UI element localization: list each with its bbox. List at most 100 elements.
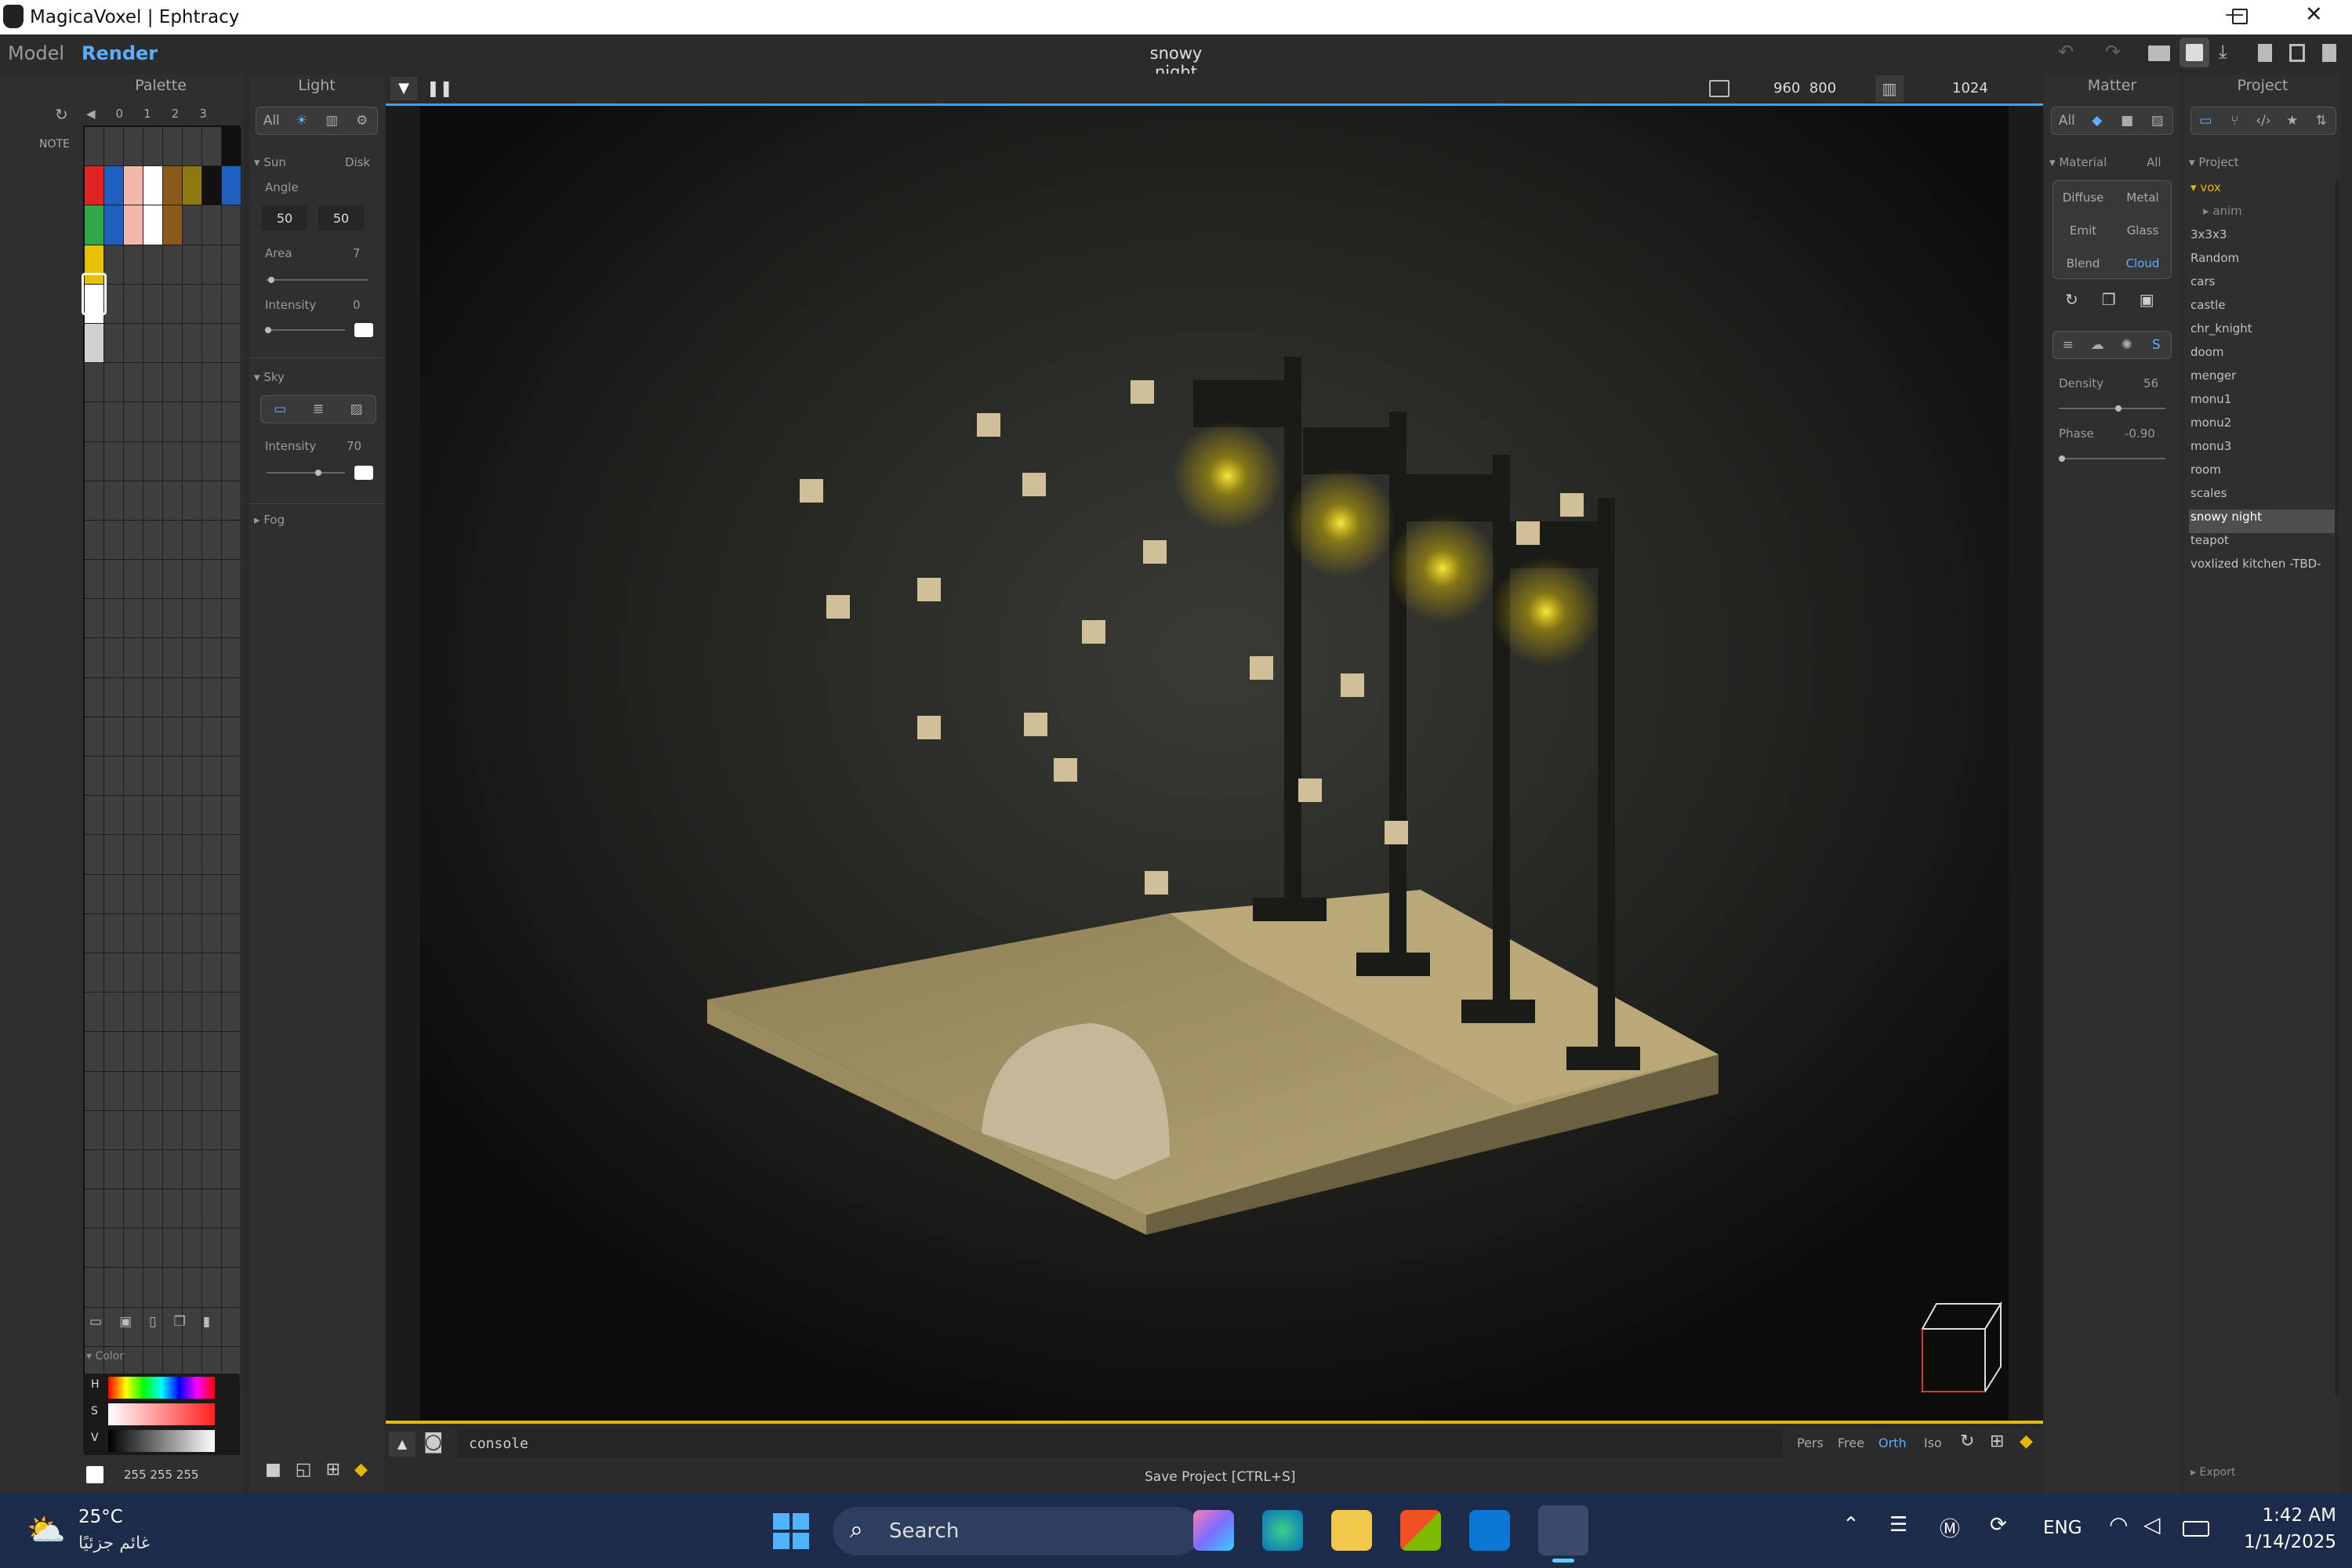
console-toggle-icon[interactable]: ▲ — [389, 1432, 416, 1457]
palette-cell[interactable] — [202, 481, 222, 521]
palette-cell[interactable] — [202, 402, 222, 442]
search-box[interactable]: ⌕ Search — [833, 1507, 1201, 1555]
palette-cell[interactable] — [143, 1149, 163, 1190]
layout-icon[interactable]: ⊞ — [1990, 1432, 2004, 1451]
palette-cell[interactable] — [163, 205, 183, 245]
palette-cell[interactable] — [85, 874, 104, 914]
palette-cell[interactable] — [143, 1189, 163, 1229]
palette-cell[interactable] — [85, 166, 104, 206]
palette-cell[interactable] — [143, 796, 163, 836]
fog-section-label[interactable]: ▸ Fog — [254, 513, 285, 527]
palette-cell[interactable] — [183, 717, 202, 757]
chart-icon[interactable]: ▥ — [317, 107, 347, 134]
density-value[interactable]: 56 — [2143, 376, 2158, 390]
palette-cell[interactable] — [143, 874, 163, 914]
palette-cell[interactable] — [163, 599, 183, 639]
palette-cell[interactable] — [222, 481, 241, 521]
palette-cell[interactable] — [183, 796, 202, 836]
palette-cell[interactable] — [183, 166, 202, 206]
area-slider-knob[interactable] — [268, 277, 274, 283]
samples-value[interactable]: 1024 — [1952, 80, 1988, 96]
palette-cell[interactable] — [143, 953, 163, 993]
render-tab[interactable]: Render — [82, 42, 158, 64]
palette-cell[interactable] — [104, 205, 124, 245]
hue-slider[interactable] — [108, 1377, 215, 1399]
palette-cell[interactable] — [124, 127, 143, 167]
palette-cell[interactable] — [104, 245, 124, 285]
palette-page-0[interactable]: 0 — [116, 107, 124, 121]
palette-cell[interactable] — [183, 284, 202, 324]
palette-cell[interactable] — [124, 835, 143, 875]
sky-intensity-slider[interactable] — [267, 472, 345, 474]
density-slider[interactable] — [2059, 408, 2165, 409]
palette-cell[interactable] — [163, 993, 183, 1033]
reset-icon[interactable]: ↻ — [55, 105, 68, 124]
palette-cell[interactable] — [143, 481, 163, 521]
copilot-icon[interactable] — [1193, 1510, 1234, 1551]
material-all[interactable]: All — [2147, 155, 2161, 169]
sky-intensity-slider-knob[interactable] — [315, 470, 321, 476]
edge-icon[interactable] — [1262, 1510, 1303, 1551]
palette-cell[interactable] — [85, 717, 104, 757]
project-item[interactable]: teapot — [2190, 533, 2229, 547]
project-item[interactable]: monu1 — [2190, 392, 2231, 406]
palette-cell[interactable] — [143, 323, 163, 364]
palette-cell[interactable] — [124, 1032, 143, 1072]
palette-cell[interactable] — [143, 993, 163, 1033]
density-slider-knob[interactable] — [2115, 405, 2122, 412]
camera-mode-pers[interactable]: Pers — [1797, 1436, 1824, 1450]
palette-cell[interactable] — [183, 993, 202, 1033]
language-indicator[interactable]: ENG — [2043, 1518, 2082, 1538]
palette-cell[interactable] — [124, 913, 143, 953]
palette-cell[interactable] — [104, 481, 124, 521]
palette-cell[interactable] — [183, 677, 202, 717]
material-cloud[interactable]: Cloud — [2113, 256, 2172, 270]
palette-cell[interactable] — [183, 441, 202, 481]
palette-cell[interactable] — [85, 796, 104, 836]
palette-cell[interactable] — [163, 166, 183, 206]
palette-cell[interactable] — [104, 166, 124, 206]
project-item[interactable]: monu3 — [2190, 439, 2231, 453]
palette-cell[interactable] — [202, 599, 222, 639]
palette-cell[interactable] — [85, 481, 104, 521]
filter-icon[interactable]: ≡ — [2053, 332, 2083, 358]
export-section[interactable]: ▸ Export — [2190, 1466, 2235, 1479]
palette-cell[interactable] — [163, 560, 183, 600]
palette-save-icon[interactable]: ▣ — [119, 1314, 132, 1330]
palette-cell[interactable] — [183, 835, 202, 875]
palette-cell[interactable] — [222, 677, 241, 717]
palette-cell[interactable] — [163, 1032, 183, 1072]
tree-icon[interactable]: ⑂ — [2220, 107, 2249, 134]
palette-cell[interactable] — [163, 481, 183, 521]
palette-cell[interactable] — [202, 205, 222, 245]
palette-grid[interactable] — [83, 125, 241, 1388]
square-icon[interactable]: ■ — [265, 1460, 281, 1479]
project-item[interactable]: 3x3x3 — [2190, 227, 2227, 241]
saturation-slider[interactable] — [108, 1403, 215, 1425]
project-item[interactable]: snowy night — [2190, 510, 2262, 524]
palette-cell[interactable] — [183, 1229, 202, 1269]
palette-cell[interactable] — [163, 284, 183, 324]
image-filter-icon[interactable]: ▨ — [2143, 107, 2173, 134]
diamond-icon[interactable]: ◆ — [354, 1460, 368, 1479]
palette-cell[interactable] — [85, 205, 104, 245]
palette-cell[interactable] — [222, 441, 241, 481]
palette-cell[interactable] — [183, 1189, 202, 1229]
camera-filter-icon[interactable]: ■ — [2112, 107, 2143, 134]
material-glass[interactable]: Glass — [2113, 223, 2172, 238]
palette-cell[interactable] — [222, 1149, 241, 1190]
wifi-icon[interactable]: ◠ — [2109, 1512, 2128, 1537]
palette-cell[interactable] — [104, 1032, 124, 1072]
palette-cell[interactable] — [85, 127, 104, 167]
material-paste-icon[interactable]: ▣ — [2140, 290, 2154, 309]
palette-cell[interactable] — [222, 953, 241, 993]
palette-cell[interactable] — [202, 323, 222, 364]
project-folder-vox[interactable]: ▾ vox — [2190, 180, 2221, 194]
palette-cell[interactable] — [202, 677, 222, 717]
palette-cell[interactable] — [124, 441, 143, 481]
model-tab[interactable]: Model — [8, 42, 64, 64]
palette-cell[interactable] — [124, 245, 143, 285]
palette-cell[interactable] — [124, 1149, 143, 1190]
palette-page-3[interactable]: 3 — [199, 107, 207, 121]
material-reset-icon[interactable]: ↻ — [2065, 290, 2078, 309]
